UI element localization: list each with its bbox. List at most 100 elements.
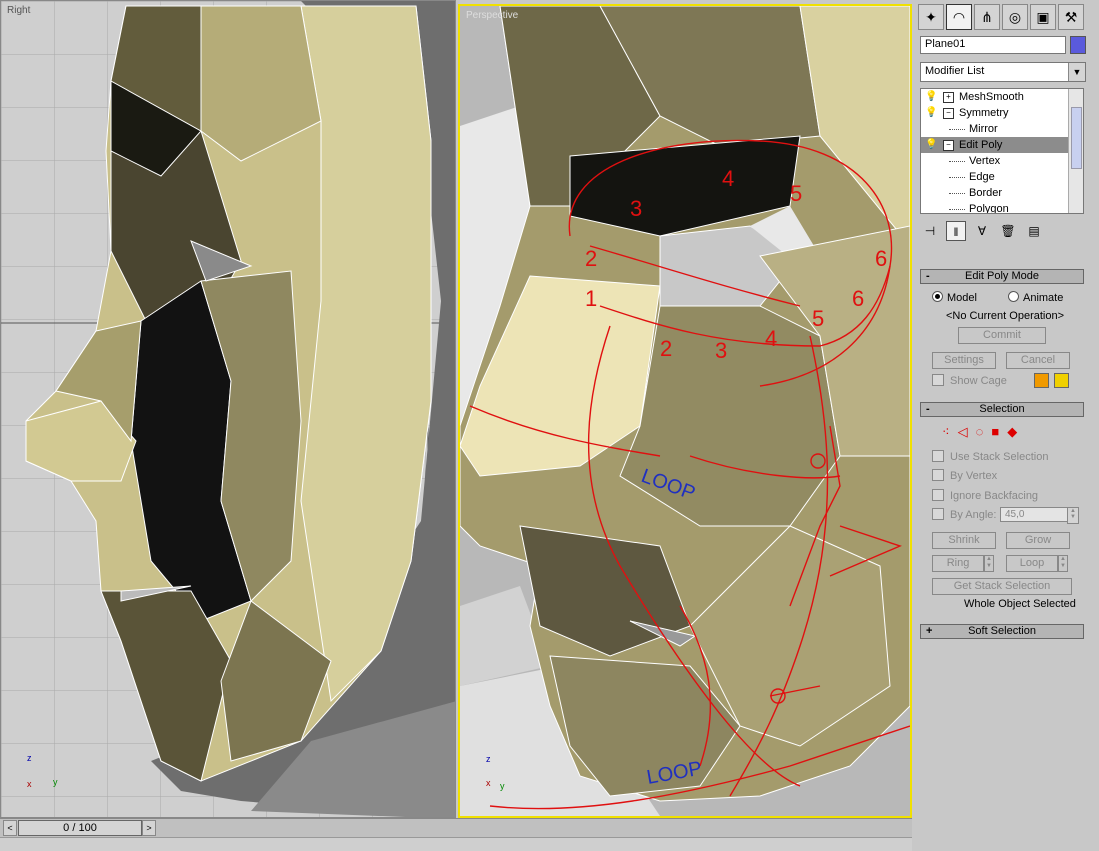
annotation-number: 3 (630, 196, 642, 221)
stack-item-label: Border (969, 187, 1003, 199)
viewport-label-right[interactable]: Right (7, 5, 30, 16)
element-mode-icon[interactable]: ◆ (1007, 424, 1025, 439)
stack-item-symmetry[interactable]: 💡 − Symmetry (921, 105, 1083, 121)
modifier-list-dropdown[interactable]: Modifier List ▼ (920, 62, 1086, 82)
scrollbar-thumb[interactable] (1071, 107, 1082, 169)
settings-button[interactable]: Settings (932, 352, 996, 369)
stack-item-border[interactable]: Border (921, 185, 1083, 201)
perspective-viewport-mesh: 2 3 4 5 6 1 2 3 4 5 6 LOOP LOOP (460, 6, 910, 816)
cage-color-swatch[interactable] (1034, 373, 1049, 388)
stack-toolbar: ⊣ ‖ ∀ 🗑 ▤ (920, 220, 1086, 242)
show-end-result-icon[interactable]: ‖ (946, 221, 966, 241)
spinner-arrows-icon[interactable]: ▲ ▼ (1067, 507, 1079, 524)
axis-x-label-right: x (27, 779, 32, 789)
annotation-number: 2 (660, 336, 672, 361)
selection-status: Whole Object Selected (964, 598, 1076, 610)
stack-item-edit-poly[interactable]: 💡 − Edit Poly (921, 137, 1083, 153)
stack-item-label: Symmetry (959, 107, 1009, 119)
modify-tab-icon[interactable]: ◠ (946, 4, 972, 30)
axis-z-label-persp: z (486, 754, 491, 764)
next-frame-icon[interactable]: > (142, 820, 156, 836)
rollout-title: Edit Poly Mode (965, 270, 1039, 282)
cancel-button[interactable]: Cancel (1006, 352, 1070, 369)
axis-z-label-right: z (27, 753, 32, 763)
loop-button[interactable]: Loop (1006, 555, 1058, 572)
right-viewport-mesh (1, 1, 455, 817)
lightbulb-icon[interactable]: 💡 (925, 89, 937, 105)
cage-selected-color-swatch[interactable] (1054, 373, 1069, 388)
rollout-title: Soft Selection (968, 625, 1036, 637)
right-viewport[interactable]: Right z x y (0, 0, 456, 818)
stack-item-vertex[interactable]: Vertex (921, 153, 1083, 169)
get-stack-selection-button[interactable]: Get Stack Selection (932, 578, 1072, 595)
lightbulb-icon[interactable]: 💡 (925, 137, 937, 153)
annotation-number: 5 (790, 181, 802, 206)
grow-button[interactable]: Grow (1006, 532, 1070, 549)
edit-poly-mode-rollout: - Edit Poly Mode Model Animate <No Curren… (920, 269, 1084, 399)
annotation-number: 4 (722, 166, 734, 191)
show-cage-label: Show Cage (950, 375, 1007, 387)
show-cage-checkbox[interactable]: Show Cage (932, 374, 1007, 387)
by-angle-checkbox[interactable]: By Angle: (932, 508, 996, 521)
polygon-mode-icon[interactable]: ■ (991, 424, 1007, 439)
by-vertex-checkbox[interactable]: By Vertex (932, 469, 997, 482)
annotation-number: 3 (715, 338, 727, 363)
by-angle-label: By Angle: (950, 509, 997, 521)
axis-y-label-persp: y (500, 781, 505, 791)
collapse-icon[interactable]: − (943, 140, 954, 151)
viewport-label-perspective[interactable]: Perspective (466, 10, 518, 21)
stack-item-mirror[interactable]: Mirror (921, 121, 1083, 137)
make-unique-icon[interactable]: ∀ (972, 221, 992, 241)
lightbulb-icon[interactable]: 💡 (925, 105, 937, 121)
time-slider-bar: < 0 / 100 > (0, 818, 912, 837)
chevron-down-icon[interactable]: ▼ (1068, 63, 1085, 81)
rollout-header[interactable]: - Edit Poly Mode (920, 269, 1084, 284)
ignore-backfacing-checkbox[interactable]: Ignore Backfacing (932, 489, 1038, 502)
vertex-mode-icon[interactable]: ⁖ (942, 424, 958, 439)
edge-mode-icon[interactable]: ◁ (958, 424, 976, 439)
object-color-swatch[interactable] (1070, 36, 1086, 54)
animate-label: Animate (1023, 292, 1064, 304)
axis-x-label-persp: x (486, 778, 491, 788)
rollout-title: Selection (979, 403, 1025, 415)
display-tab-icon[interactable]: ▣ (1030, 4, 1056, 30)
time-slider[interactable]: 0 / 100 (18, 820, 142, 836)
pin-stack-icon[interactable]: ⊣ (920, 221, 940, 241)
perspective-viewport[interactable]: Perspective 2 3 4 5 6 1 2 3 4 5 6 LOOP L… (458, 4, 912, 818)
stack-item-edge[interactable]: Edge (921, 169, 1083, 185)
rollout-header[interactable]: + Soft Selection (920, 624, 1084, 639)
remove-modifier-icon[interactable]: 🗑 (998, 221, 1018, 241)
border-mode-icon[interactable]: ◌ (976, 424, 992, 439)
create-tab-icon[interactable]: ✦ (918, 4, 944, 30)
rollout-header[interactable]: - Selection (920, 402, 1084, 417)
stack-item-meshsmooth[interactable]: 💡 + MeshSmooth (921, 89, 1083, 105)
expand-icon[interactable]: + (943, 92, 954, 103)
annotation-number: 2 (585, 246, 597, 271)
loop-spinner-icon[interactable]: ▲ ▼ (1058, 555, 1068, 572)
annotation-number: 6 (852, 286, 864, 311)
configure-sets-icon[interactable]: ▤ (1024, 221, 1044, 241)
shrink-button[interactable]: Shrink (932, 532, 996, 549)
command-panel-tabs: ✦ ◠ ⋔ ◎ ▣ ⚒ (918, 4, 1098, 32)
model-radio[interactable]: Model (932, 291, 977, 304)
collapse-icon[interactable]: − (943, 108, 954, 119)
ring-spinner-icon[interactable]: ▲ ▼ (984, 555, 994, 572)
motion-tab-icon[interactable]: ◎ (1002, 4, 1028, 30)
trackbar[interactable] (0, 837, 912, 851)
use-stack-label: Use Stack Selection (950, 451, 1049, 463)
object-name-field[interactable]: Plane01 (920, 36, 1066, 54)
annotation-number: 6 (875, 246, 887, 271)
ring-button[interactable]: Ring (932, 555, 984, 572)
commit-button[interactable]: Commit (958, 327, 1046, 344)
angle-spinner[interactable]: 45,0 ▲ ▼ (1000, 507, 1079, 524)
use-stack-selection-checkbox[interactable]: Use Stack Selection (932, 450, 1048, 463)
modifier-stack[interactable]: 💡 + MeshSmooth 💡 − Symmetry Mirror 💡 − Edit Po… (920, 88, 1084, 214)
animate-radio[interactable]: Animate (1008, 291, 1063, 304)
stack-scrollbar[interactable] (1068, 89, 1083, 213)
utilities-tab-icon[interactable]: ⚒ (1058, 4, 1084, 30)
stack-item-polygon[interactable]: Polygon (921, 201, 1083, 214)
hierarchy-tab-icon[interactable]: ⋔ (974, 4, 1000, 30)
prev-frame-icon[interactable]: < (3, 820, 17, 836)
selection-rollout: - Selection ⁖◁◌■◆ Use Stack Selection By … (920, 402, 1084, 617)
stack-item-label: Polygon (969, 203, 1009, 214)
